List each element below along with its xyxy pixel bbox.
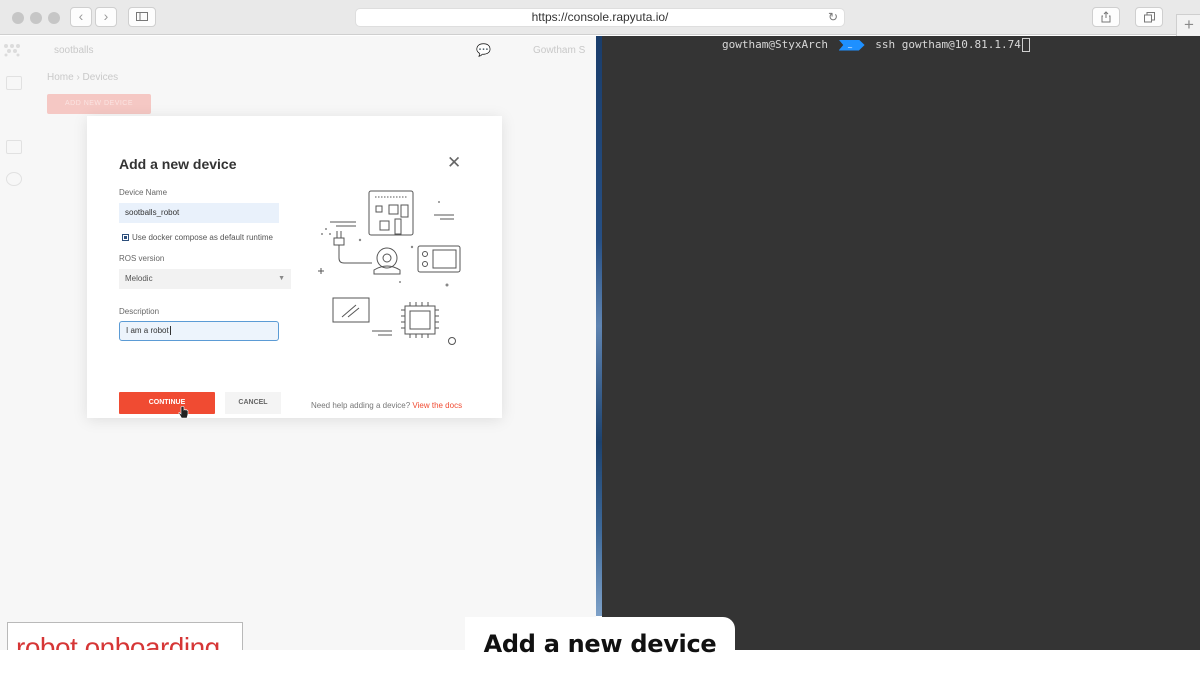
share-icon	[1101, 11, 1111, 23]
prompt-path: ~	[847, 42, 853, 52]
description-value: I am a robot	[126, 326, 169, 335]
minimize-window-button[interactable]	[30, 12, 42, 24]
chevron-down-icon: ▼	[278, 275, 285, 282]
add-new-device-button[interactable]: ADD NEW DEVICE	[47, 94, 151, 114]
text-caret	[169, 326, 171, 335]
sidebar-toggle-button[interactable]	[128, 7, 156, 27]
url-text: https://console.rapyuta.io/	[531, 10, 669, 24]
terminal-prompt-line: gowtham@StyxArch ~ ssh gowtham@10.81.1.7…	[722, 38, 1030, 52]
docker-compose-label: Use docker compose as default runtime	[132, 233, 273, 242]
view-docs-link[interactable]: View the docs	[412, 401, 462, 410]
device-name-label: Device Name	[119, 188, 168, 197]
sidebar-item-devices[interactable]	[6, 140, 22, 154]
sidebar-item-dashboard[interactable]	[6, 76, 22, 90]
chevron-left-icon: ‹	[78, 8, 84, 24]
help-prefix: Need help adding a device?	[311, 401, 411, 410]
chat-icon[interactable]: 💬	[476, 43, 491, 57]
reload-icon[interactable]: ↻	[828, 9, 838, 26]
description-input[interactable]: I am a robot	[119, 321, 279, 341]
back-button[interactable]: ‹	[70, 7, 92, 27]
hand-cursor-icon	[178, 406, 189, 419]
terminal-command: ssh gowtham@10.81.1.74	[875, 38, 1021, 51]
terminal-window[interactable]: gowtham@StyxArch ~ ssh gowtham@10.81.1.7…	[602, 36, 1200, 650]
browser-toolbar: ‹ › https://console.rapyuta.io/ ↻ +	[0, 0, 1200, 36]
forward-button[interactable]: ›	[95, 7, 117, 27]
continue-button[interactable]: CONTINUE	[119, 392, 215, 414]
ros-version-value: Melodic	[125, 274, 153, 283]
close-window-button[interactable]	[12, 12, 24, 24]
org-name[interactable]: sootballs	[54, 45, 93, 56]
sidebar-icon	[136, 12, 148, 21]
help-text: Need help adding a device? View the docs	[311, 401, 462, 410]
console-app: sootballs Home › Devices 💬 Gowtham S ADD…	[0, 36, 596, 650]
prompt-user-host: gowtham@StyxArch	[722, 38, 828, 51]
plus-icon: +	[1184, 15, 1194, 34]
cancel-button[interactable]: CANCEL	[225, 392, 281, 414]
share-button[interactable]	[1092, 7, 1120, 27]
terminal-cursor	[1021, 38, 1030, 52]
ros-version-select[interactable]: Melodic ▼	[119, 269, 291, 289]
address-bar[interactable]: https://console.rapyuta.io/ ↻	[355, 8, 845, 27]
prompt-arrow-icon: ~	[838, 39, 865, 52]
tabs-icon	[1143, 12, 1155, 23]
maximize-window-button[interactable]	[48, 12, 60, 24]
user-name[interactable]: Gowtham S	[533, 45, 585, 56]
video-caption: Add a new device	[465, 617, 735, 686]
modal-title: Add a new device	[119, 156, 237, 172]
description-label: Description	[119, 307, 160, 316]
sidebar-item-settings[interactable]	[6, 172, 22, 186]
docker-compose-checkbox[interactable]	[122, 234, 129, 241]
add-device-modal: Add a new device ✕ Device Name sootballs…	[87, 116, 502, 419]
tabs-overview-button[interactable]	[1135, 7, 1163, 27]
robot-onboarding-tag: robot onboarding	[7, 622, 243, 650]
devices-illustration-icon	[318, 190, 461, 345]
device-name-input[interactable]: sootballs_robot	[119, 203, 279, 223]
ros-version-label: ROS version	[119, 254, 165, 263]
rapyuta-logo-icon	[4, 44, 20, 57]
close-icon[interactable]: ✕	[447, 153, 461, 173]
chevron-right-icon: ›	[103, 8, 109, 24]
new-tab-button[interactable]: +	[1176, 14, 1200, 36]
breadcrumb[interactable]: Home › Devices	[47, 72, 118, 83]
